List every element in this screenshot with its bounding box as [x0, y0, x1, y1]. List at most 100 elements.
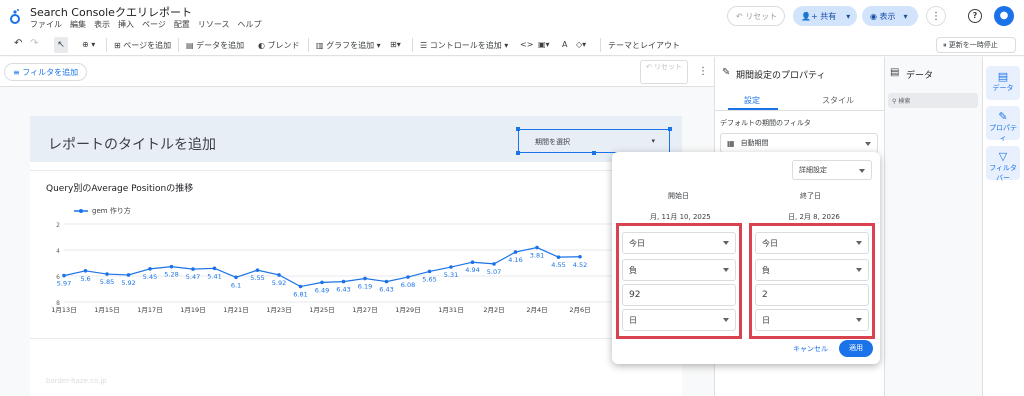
rail-property-button[interactable]: ✎ プロパティ: [986, 106, 1020, 142]
data-label: 6.81: [293, 291, 307, 299]
menu-file[interactable]: ファイル: [30, 19, 62, 30]
more-menu-button[interactable]: ⋮: [926, 6, 946, 26]
text-icon[interactable]: A: [562, 40, 567, 49]
menu-edit[interactable]: 編集: [70, 19, 86, 30]
end-base-select[interactable]: 今日: [755, 232, 869, 254]
menu-insert[interactable]: 挿入: [118, 19, 134, 30]
data-point: [212, 266, 217, 271]
legend-label: gem 作り方: [92, 206, 131, 215]
resize-handle[interactable]: [516, 127, 520, 131]
zoom-icon[interactable]: ⊕ ▾: [82, 40, 95, 49]
share-button[interactable]: 👤+ 共有 ▾: [793, 6, 857, 26]
chevron-down-icon: [856, 318, 862, 322]
data-point: [341, 279, 346, 284]
add-page-button[interactable]: ⊞ ページを追加: [114, 40, 171, 51]
components-icon[interactable]: ⊞▾: [390, 40, 401, 49]
data-point: [578, 254, 582, 259]
report-title[interactable]: レポートのタイトルを追加: [48, 134, 216, 154]
watermark: border-haze.co.jp: [46, 377, 107, 385]
properties-title: 期間設定のプロパティ: [736, 71, 826, 81]
data-panel-title: データ: [906, 71, 934, 81]
filter-icon: ≡: [13, 67, 23, 77]
menu-resource[interactable]: リソース: [198, 19, 230, 30]
end-amount-input[interactable]: 2: [755, 284, 869, 306]
end-sign-select[interactable]: 負: [755, 259, 869, 281]
start-sign-select[interactable]: 負: [622, 259, 736, 281]
add-person-icon: 👤+: [801, 11, 821, 21]
eye-icon: ◉: [870, 11, 880, 21]
start-date-label: 開始日: [668, 192, 689, 200]
data-point: [169, 264, 174, 269]
theme-layout-button[interactable]: テーマとレイアウト: [608, 40, 680, 51]
add-filter-button[interactable]: ≡ フィルタを追加: [4, 63, 88, 81]
select-tool-icon[interactable]: ↖: [54, 37, 68, 53]
rail-data-button[interactable]: ▤ データ: [986, 66, 1020, 100]
end-unit-select[interactable]: 日: [755, 309, 869, 331]
chart-title: Query別のAverage Positionの推移: [46, 184, 194, 194]
help-icon[interactable]: ?: [968, 9, 982, 23]
view-button[interactable]: ◉ 表示 ▾: [862, 6, 918, 26]
redo-icon[interactable]: ↷: [30, 38, 38, 49]
looker-studio-logo-icon[interactable]: [8, 8, 22, 24]
y-tick-label: 2: [56, 222, 60, 229]
tab-settings[interactable]: 設定: [744, 95, 760, 106]
undo-icon[interactable]: ↶: [14, 38, 22, 49]
data-label: 5.07: [487, 268, 501, 276]
data-search-input[interactable]: ⚲ 検索: [888, 93, 978, 108]
cancel-button[interactable]: キャンセル: [793, 344, 828, 354]
advanced-select[interactable]: 詳細設定: [792, 160, 872, 180]
tab-style[interactable]: スタイル: [822, 95, 854, 106]
data-point: [62, 273, 66, 278]
reset-button[interactable]: ↶ リセット: [727, 6, 785, 26]
data-label: 5.65: [422, 275, 436, 283]
auto-period-select[interactable]: ▦ 自動期間: [720, 133, 878, 153]
image-icon[interactable]: ▣▾: [538, 40, 550, 49]
default-filter-label: デフォルトの期間のフィルタ: [720, 119, 811, 127]
filter-reset-button[interactable]: ↶ リセット: [640, 60, 688, 84]
resize-handle[interactable]: [668, 127, 672, 131]
blend-button[interactable]: ◐ ブレンド: [258, 40, 300, 51]
date-range-control[interactable]: 期間を選択 ▾: [518, 129, 670, 153]
data-point: [277, 273, 281, 277]
start-unit-select[interactable]: 日: [622, 309, 736, 331]
shape-icon[interactable]: ◇▾: [576, 40, 586, 49]
undo-arrow-icon: ↶: [736, 11, 746, 21]
apply-button[interactable]: 適用: [839, 340, 873, 357]
chevron-down-icon: [723, 241, 729, 245]
pencil-icon: ✎: [722, 67, 731, 78]
table-icon: ▤: [890, 67, 900, 78]
resize-handle[interactable]: [592, 151, 596, 155]
filter-more-icon[interactable]: ⋮: [698, 66, 708, 77]
rail-filter-button[interactable]: ▽ フィルタバー: [986, 146, 1020, 182]
divider: [30, 170, 682, 171]
pause-update-button[interactable]: ⏸ 更新を一時停止: [936, 37, 1016, 53]
end-date-label: 終了日: [800, 192, 821, 200]
menu-view[interactable]: 表示: [94, 19, 110, 30]
menu-page[interactable]: ページ: [142, 19, 166, 30]
line-chart[interactable]: 2468gem 作り方5.975.6 5.85 5.925.45 5.28 5.47 5.…: [30, 196, 630, 320]
chevron-down-icon: [856, 268, 862, 272]
data-label: 6.43: [379, 286, 393, 294]
resize-handle[interactable]: [516, 151, 520, 155]
menu-help[interactable]: ヘルプ: [237, 19, 261, 30]
x-tick-label: 1月17日: [137, 306, 162, 314]
data-point: [298, 284, 303, 289]
add-chart-button[interactable]: ▥ グラフを追加 ▾: [316, 40, 381, 51]
data-label: 6.19: [358, 282, 372, 290]
undo-arrow-icon: ↶: [645, 63, 655, 71]
chevron-down-icon: [859, 169, 865, 173]
code-icon[interactable]: <>: [520, 40, 533, 49]
data-point: [406, 275, 410, 279]
menu-arrange[interactable]: 配置: [174, 19, 190, 30]
x-tick-label: 2月4日: [526, 306, 547, 314]
start-base-select[interactable]: 今日: [622, 232, 736, 254]
data-point: [83, 269, 88, 273]
add-control-button[interactable]: ☰ コントロールを追加 ▾: [420, 40, 508, 51]
data-label: 5.41: [207, 272, 221, 280]
start-amount-input[interactable]: 92: [622, 284, 736, 306]
data-point: [234, 275, 238, 280]
x-tick-label: 1月15日: [94, 306, 119, 314]
add-data-button[interactable]: ▤ データを追加: [186, 40, 244, 51]
report-name[interactable]: Search Consoleクエリレポート: [30, 4, 192, 20]
avatar[interactable]: ●: [994, 6, 1014, 26]
